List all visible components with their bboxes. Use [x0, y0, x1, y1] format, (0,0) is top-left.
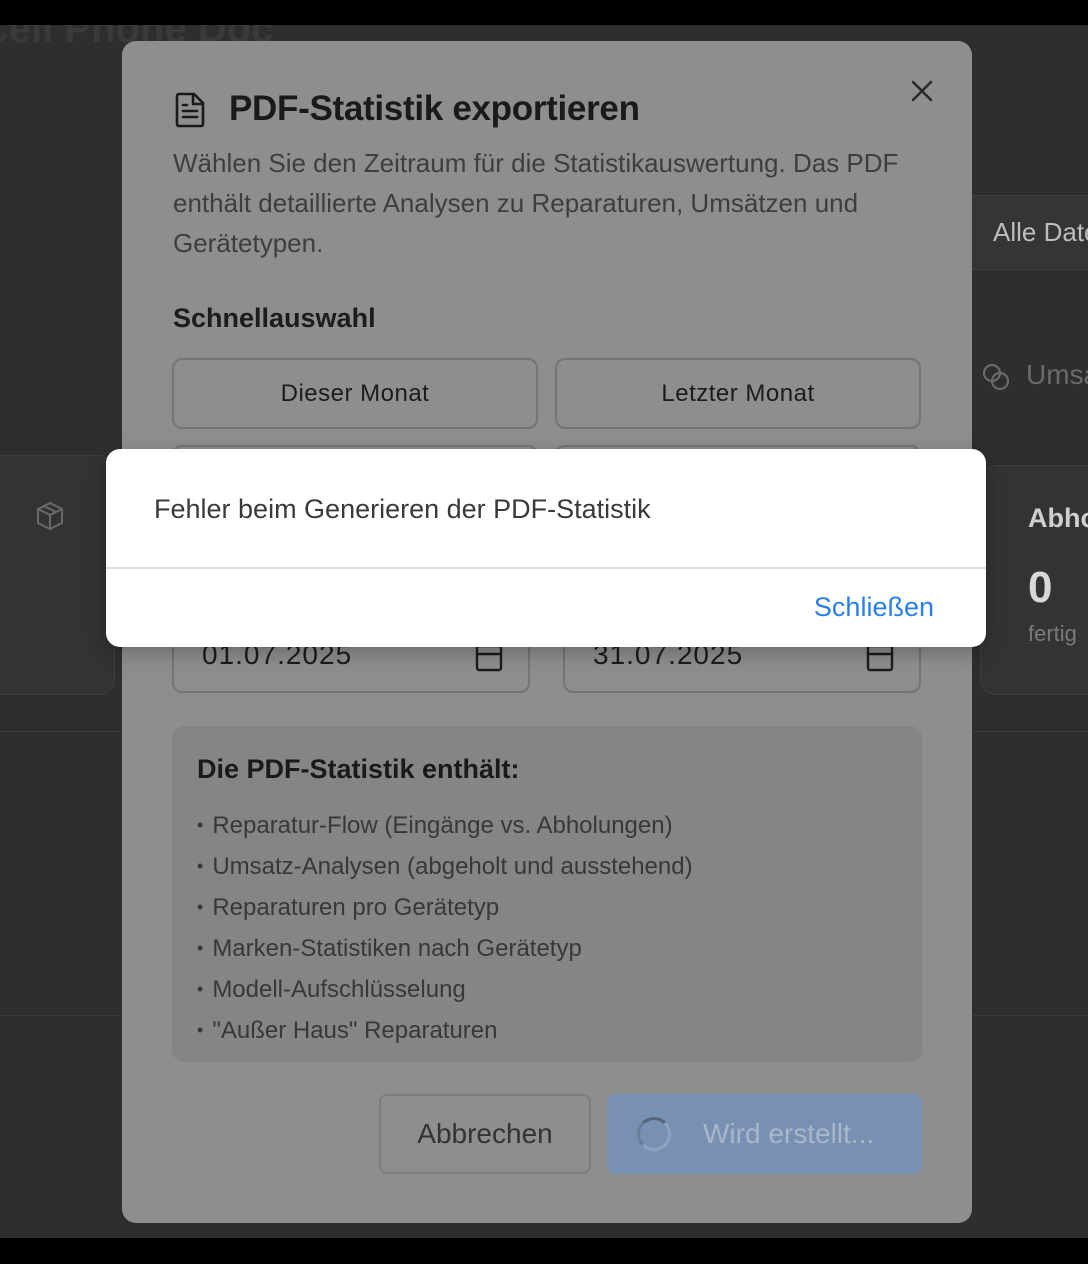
- filter-select: Alle Daten: [993, 217, 1088, 247]
- cancel-button[interactable]: Abbrechen: [379, 1094, 591, 1174]
- alert-divider: [106, 567, 986, 569]
- coins-icon: [982, 363, 1010, 391]
- close-icon[interactable]: [906, 75, 938, 107]
- alert-close-button[interactable]: Schließen: [814, 592, 934, 623]
- pickups-sub: fertig: [1028, 621, 1077, 646]
- loading-spinner-icon: [637, 1117, 671, 1151]
- pdf-contents-info: Die PDF-Statistik enthält: Reparatur-Flo…: [172, 726, 922, 1062]
- stat-card-left: [0, 455, 115, 695]
- info-list: Reparatur-Flow (Eingänge vs. Abholungen)…: [197, 806, 693, 1052]
- dialog-title: PDF-Statistik exportieren: [229, 89, 640, 128]
- pickups-value: 0: [1028, 563, 1053, 612]
- info-title: Die PDF-Statistik enthält:: [197, 754, 520, 784]
- list-item: Reparatur-Flow (Eingänge vs. Abholungen): [197, 806, 693, 847]
- create-button-label: Wird erstellt...: [703, 1118, 875, 1149]
- last-month-button[interactable]: Letzter Monat: [555, 358, 921, 429]
- alert-message: Fehler beim Generieren der PDF-Statistik: [154, 494, 651, 524]
- quick-select-label: Schnellauswahl: [173, 303, 376, 333]
- list-item: "Außer Haus" Reparaturen: [197, 1011, 693, 1052]
- list-item: Marken-Statistiken nach Gerätetyp: [197, 929, 693, 970]
- list-item: Reparaturen pro Gerätetyp: [197, 888, 693, 929]
- this-month-button[interactable]: Dieser Monat: [172, 358, 538, 429]
- revenue-label: Umsatz: [1026, 359, 1088, 390]
- list-item: Modell-Aufschlüsselung: [197, 970, 693, 1011]
- pickups-label: Abholungen: [1028, 503, 1088, 533]
- list-item: Umsatz-Analysen (abgeholt und ausstehend…: [197, 847, 692, 888]
- dialog-description: Wählen Sie den Zeitraum für die Statisti…: [173, 148, 899, 258]
- file-text-icon: [175, 92, 205, 128]
- package-icon: [37, 502, 63, 530]
- create-pdf-button[interactable]: Wird erstellt...: [607, 1094, 922, 1174]
- error-alert: Fehler beim Generieren der PDF-Statistik…: [106, 449, 986, 647]
